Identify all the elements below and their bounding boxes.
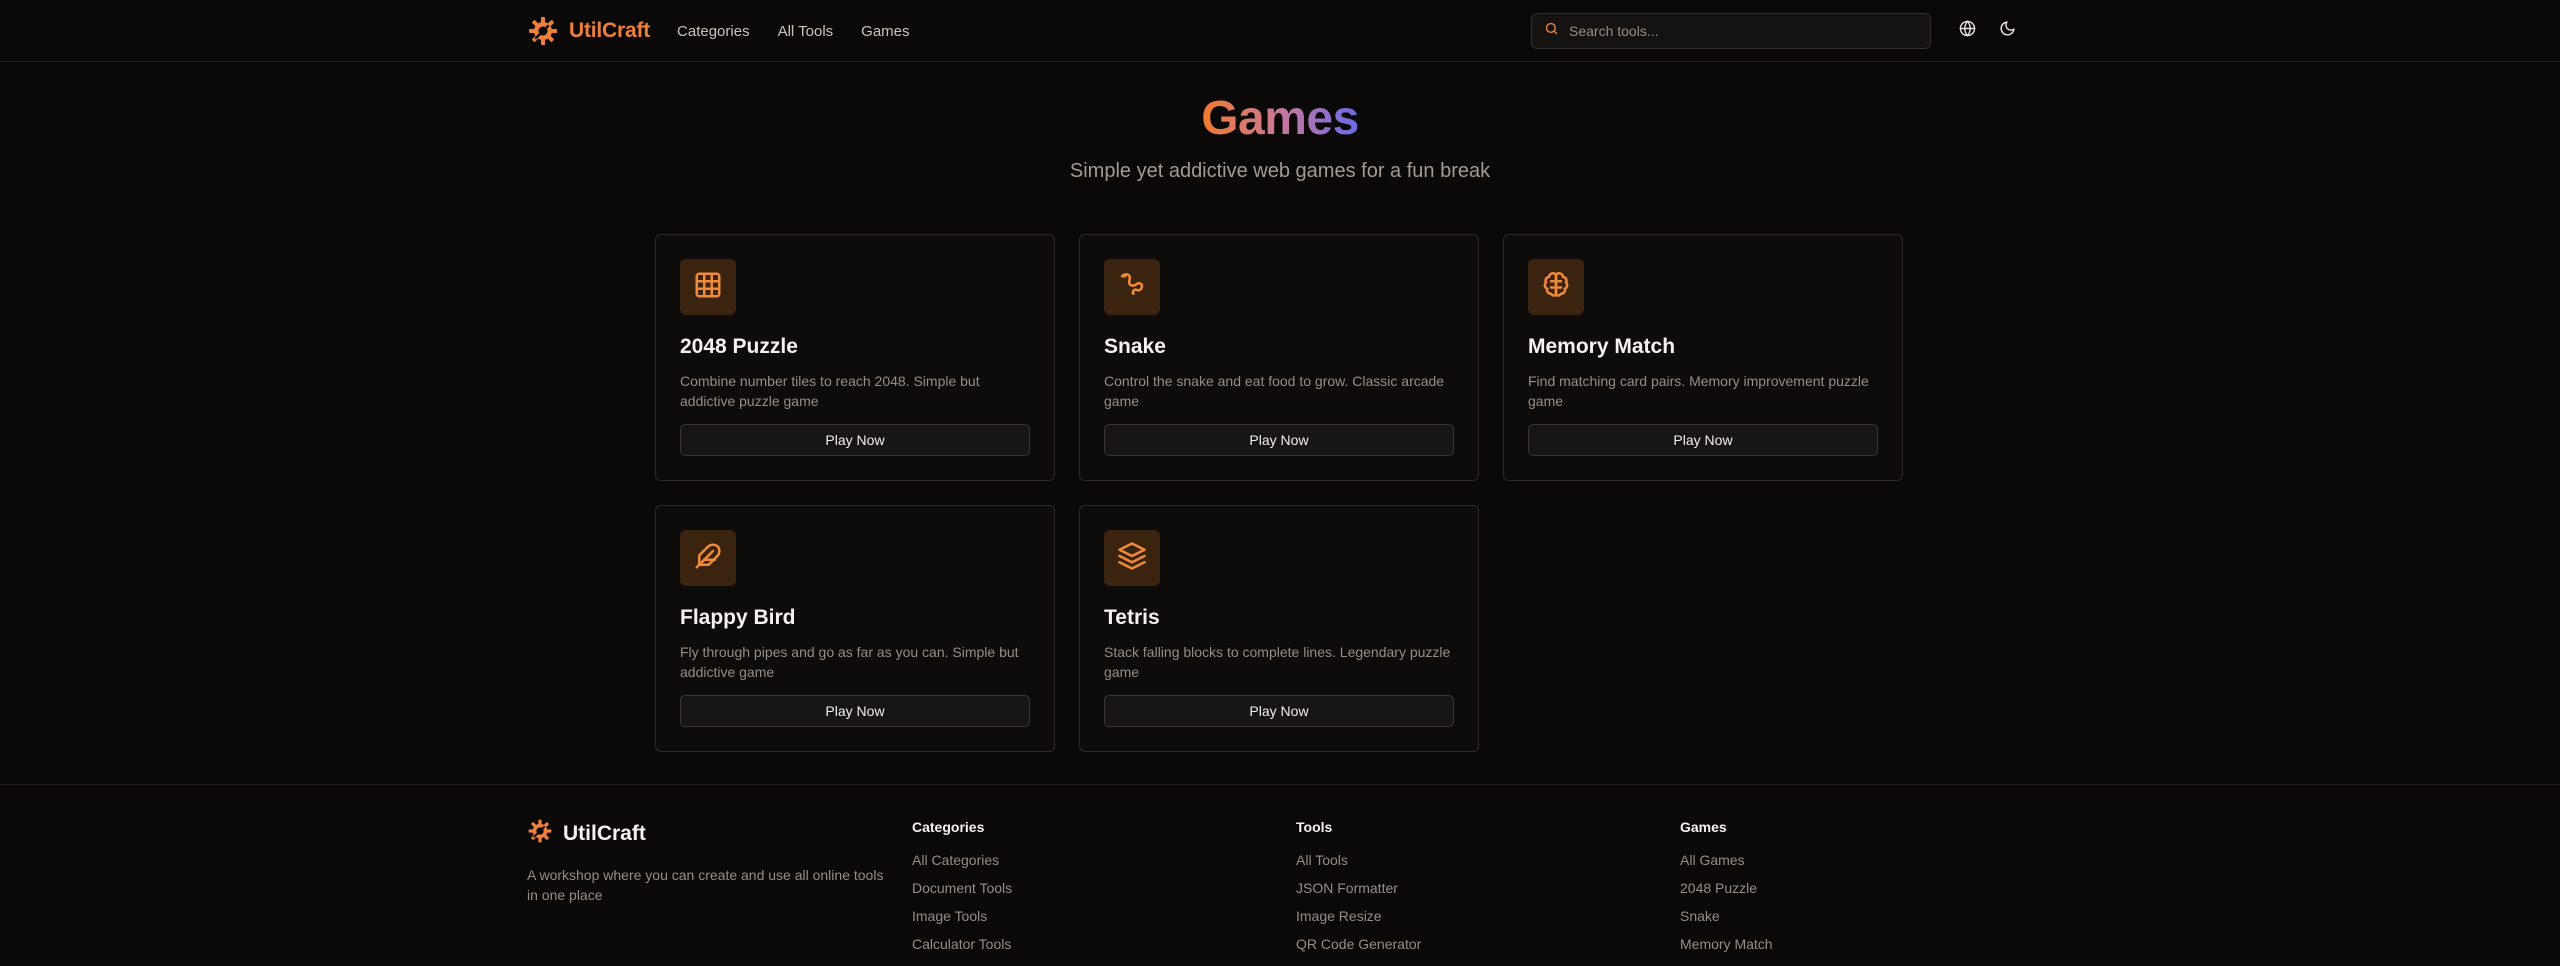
header-inner: UtilCraft Categories All Tools Games	[527, 0, 2023, 62]
footer-link[interactable]: All Categories	[912, 850, 1212, 870]
layers-icon	[1117, 541, 1147, 576]
card-description: Stack falling blocks to complete lines. …	[1104, 644, 1451, 680]
footer-link[interactable]: Document Tools	[912, 878, 1212, 898]
card-title: 2048 Puzzle	[680, 335, 798, 358]
header-actions	[1531, 13, 2023, 49]
footer-link[interactable]: QR Code Generator	[1296, 934, 1596, 954]
feather-icon	[693, 541, 723, 576]
hero-section: Games Simple yet addictive web games for…	[0, 88, 2560, 183]
search-input[interactable]	[1569, 23, 1918, 39]
card-icon-box	[1528, 259, 1584, 315]
game-card-memory-match: Memory Match Find matching card pairs. M…	[1503, 234, 1903, 481]
play-now-button[interactable]: Play Now	[680, 424, 1030, 456]
nav-link-categories[interactable]: Categories	[677, 23, 750, 40]
main-nav: Categories All Tools Games	[677, 23, 910, 40]
game-card-flappy-bird: Flappy Bird Fly through pipes and go as …	[655, 505, 1055, 752]
play-now-button[interactable]: Play Now	[1528, 424, 1878, 456]
card-description: Combine number tiles to reach 2048. Simp…	[680, 373, 980, 409]
footer-column-title: Tools	[1296, 819, 1333, 835]
play-now-button[interactable]: Play Now	[1104, 424, 1454, 456]
nav-link-all-tools[interactable]: All Tools	[778, 23, 834, 40]
footer-link[interactable]: Memory Match	[1680, 934, 1980, 954]
card-icon-box	[1104, 259, 1160, 315]
footer-brand: UtilCraft A workshop where you can creat…	[527, 818, 907, 905]
globe-icon	[1959, 20, 1976, 42]
footer-link[interactable]: Image Tools	[912, 906, 1212, 926]
footer-logo[interactable]: UtilCraft	[527, 818, 907, 849]
page-subtitle: Simple yet addictive web games for a fun…	[1069, 160, 1491, 182]
card-title: Memory Match	[1528, 335, 1676, 358]
top-header: UtilCraft Categories All Tools Games	[0, 0, 2560, 62]
brand-name: UtilCraft	[569, 19, 651, 42]
card-title: Flappy Bird	[680, 606, 796, 629]
footer-column-games: Games All Games 2048 Puzzle Snake Memory…	[1680, 818, 1980, 962]
footer-link[interactable]: 2048 Puzzle	[1680, 878, 1980, 898]
footer-link[interactable]: All Tools	[1296, 850, 1596, 870]
card-description: Find matching card pairs. Memory improve…	[1528, 373, 1869, 409]
games-grid: 2048 Puzzle Combine number tiles to reac…	[655, 234, 1905, 752]
gear-icon	[527, 818, 553, 849]
game-card-snake: Snake Control the snake and eat food to …	[1079, 234, 1479, 481]
snake-icon	[1117, 270, 1147, 305]
page-title: Games	[1201, 88, 1359, 150]
play-now-button[interactable]: Play Now	[680, 695, 1030, 727]
footer-column-categories: Categories All Categories Document Tools…	[912, 818, 1212, 962]
moon-icon	[1999, 20, 2016, 42]
brand-logo[interactable]: UtilCraft	[527, 15, 650, 47]
game-card-tetris: Tetris Stack falling blocks to complete …	[1079, 505, 1479, 752]
card-title: Tetris	[1104, 606, 1160, 629]
card-icon-box	[680, 259, 736, 315]
language-button[interactable]	[1951, 15, 1983, 47]
search-box[interactable]	[1531, 13, 1931, 49]
footer-column-title: Games	[1680, 819, 1727, 835]
footer-description: A workshop where you can create and use …	[527, 867, 884, 903]
card-title: Snake	[1104, 335, 1166, 358]
footer-link[interactable]: Image Resize	[1296, 906, 1596, 926]
site-footer: UtilCraft A workshop where you can creat…	[0, 784, 2560, 966]
footer-inner: UtilCraft A workshop where you can creat…	[527, 818, 2027, 966]
nav-link-games[interactable]: Games	[861, 23, 909, 40]
play-now-button[interactable]: Play Now	[1104, 695, 1454, 727]
footer-link[interactable]: All Games	[1680, 850, 1980, 870]
footer-brand-name: UtilCraft	[563, 821, 646, 845]
footer-link[interactable]: JSON Formatter	[1296, 878, 1596, 898]
card-description: Fly through pipes and go as far as you c…	[680, 644, 1019, 680]
card-icon-box	[680, 530, 736, 586]
grid-icon	[693, 270, 723, 305]
card-icon-box	[1104, 530, 1160, 586]
game-card-2048: 2048 Puzzle Combine number tiles to reac…	[655, 234, 1055, 481]
theme-toggle-button[interactable]	[1991, 15, 2023, 47]
games-page: UtilCraft Categories All Tools Games Sea…	[0, 0, 2560, 966]
brain-icon	[1541, 270, 1571, 305]
footer-column-tools: Tools All Tools JSON Formatter Image Res…	[1296, 818, 1596, 962]
footer-link[interactable]: Snake	[1680, 906, 1980, 926]
gear-icon	[527, 15, 559, 47]
search-icon	[1544, 21, 1559, 41]
footer-link[interactable]: Calculator Tools	[912, 934, 1212, 954]
card-description: Control the snake and eat food to grow. …	[1104, 373, 1445, 409]
footer-column-title: Categories	[912, 819, 985, 835]
